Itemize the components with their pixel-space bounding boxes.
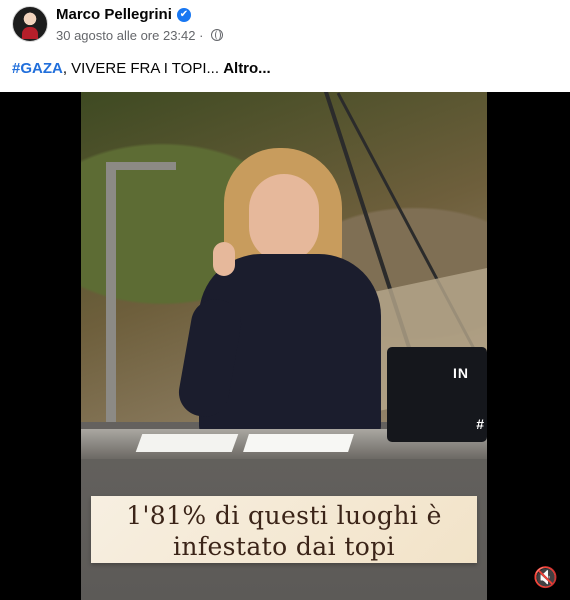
author-name[interactable]: Marco Pellegrini <box>56 6 172 23</box>
post-timestamp[interactable]: 30 agosto alle ore 23:42 <box>56 28 196 43</box>
read-more-link[interactable]: Altro... <box>223 60 271 77</box>
news-anchor-face <box>249 174 319 262</box>
meta-separator: · <box>199 28 204 43</box>
hash-symbol: # <box>476 416 484 432</box>
laptop-logo: IN <box>453 365 469 381</box>
background-post <box>106 162 116 422</box>
post-meta: 30 agosto alle ore 23:42 · <box>56 28 224 43</box>
post-text: #GAZA, VIVERE FRA I TOPI... Altro... <box>12 60 271 77</box>
hashtag-link[interactable]: #GAZA <box>12 60 63 77</box>
author-avatar[interactable] <box>12 6 48 42</box>
video-player[interactable]: IN # 1'81% di questi luoghi è infestato … <box>0 92 570 600</box>
globe-icon <box>211 29 224 41</box>
laptop: IN <box>387 347 487 442</box>
desk-paper <box>243 434 354 452</box>
news-anchor-hand <box>213 242 235 276</box>
background-post-arm <box>106 162 176 170</box>
desk-paper <box>135 434 239 452</box>
mute-icon[interactable]: 🔇 <box>533 566 558 590</box>
verified-badge-icon: ✔ <box>177 8 191 22</box>
video-frame[interactable]: IN # 1'81% di questi luoghi è infestato … <box>81 92 487 600</box>
post-header: Marco Pellegrini ✔ 30 agosto alle ore 23… <box>0 0 570 92</box>
caption-line-2: infestato dai topi <box>172 532 396 561</box>
post-body: , VIVERE FRA I TOPI... <box>62 60 220 77</box>
video-caption: 1'81% di questi luoghi è infestato dai t… <box>91 496 477 563</box>
caption-line-1: 1'81% di questi luoghi è <box>126 501 442 530</box>
